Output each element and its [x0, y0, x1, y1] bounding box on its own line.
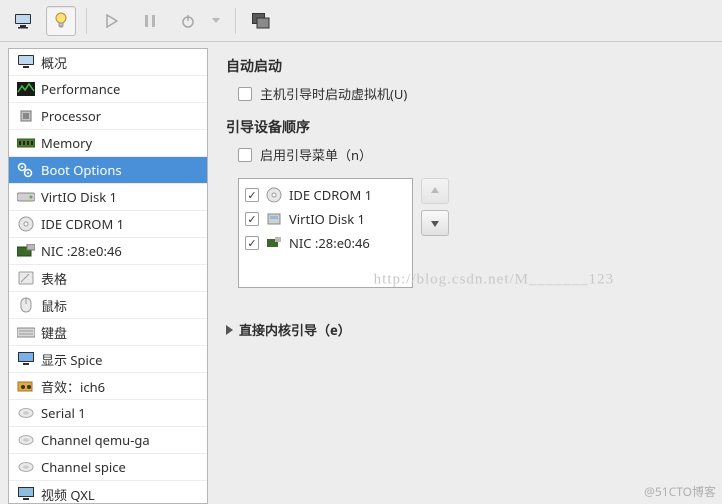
boot-device-checkbox[interactable]	[245, 188, 259, 202]
sidebar-item-label: 表格	[41, 269, 67, 288]
sidebar-item-label: Serial 1	[41, 404, 86, 422]
toolbar	[0, 0, 722, 42]
fullscreen-button[interactable]	[246, 6, 276, 36]
expand-triangle-icon	[226, 325, 233, 335]
sidebar[interactable]: 概况 Performance Processor Memory Boot Options…	[8, 48, 208, 504]
power-dropdown-button[interactable]	[207, 6, 225, 36]
boot-device-label: NIC :28:e0:46	[289, 234, 370, 252]
display-icon	[17, 350, 35, 368]
bootmenu-label: 启用引导菜单（n）	[260, 145, 372, 164]
sidebar-item-processor[interactable]: Processor	[9, 103, 207, 130]
boot-device-item[interactable]: VirtIO Disk 1	[241, 207, 410, 231]
sidebar-item-channel-qemu-ga[interactable]: Channel qemu-ga	[9, 427, 207, 454]
perf-icon	[17, 80, 35, 98]
main-panel: 自动启动 主机引导时启动虚拟机(U) 引导设备顺序 启用引导菜单（n） IDE …	[208, 42, 722, 504]
pause-button[interactable]	[135, 6, 165, 36]
video-icon	[17, 485, 35, 503]
sidebar-item-label: Processor	[41, 107, 101, 125]
tablet-icon	[17, 269, 35, 287]
sidebar-item-label: Channel spice	[41, 458, 126, 476]
autostart-row: 主机引导时启动虚拟机(U)	[238, 84, 704, 103]
run-button[interactable]	[97, 6, 127, 36]
sidebar-item-label: 视频 QXL	[41, 485, 95, 504]
sidebar-item--qxl[interactable]: 视频 QXL	[9, 481, 207, 504]
mem-icon	[17, 134, 35, 152]
boot-device-item[interactable]: IDE CDROM 1	[241, 183, 410, 207]
bootmenu-checkbox[interactable]	[238, 148, 252, 162]
sidebar-item-label: 鼠标	[41, 296, 67, 315]
power-button-group	[173, 6, 225, 36]
boot-panel: IDE CDROM 1 VirtIO Disk 1 NIC :28:e0:46	[238, 178, 704, 288]
boot-device-checkbox[interactable]	[245, 236, 259, 250]
serial-icon	[17, 404, 35, 422]
autostart-checkbox[interactable]	[238, 87, 252, 101]
sidebar-item-performance[interactable]: Performance	[9, 76, 207, 103]
monitor-icon	[17, 53, 35, 71]
sidebar-item-label: 显示 Spice	[41, 350, 102, 369]
boot-device-list[interactable]: IDE CDROM 1 VirtIO Disk 1 NIC :28:e0:46	[238, 178, 413, 288]
cdrom-icon	[17, 215, 35, 233]
boot-device-label: VirtIO Disk 1	[289, 210, 365, 228]
sidebar-item--[interactable]: 鼠标	[9, 292, 207, 319]
reorder-buttons	[421, 178, 449, 288]
channel-icon	[17, 431, 35, 449]
sidebar-item-nic-28-e0-46[interactable]: NIC :28:e0:46	[9, 238, 207, 265]
sidebar-item--ich6[interactable]: 音效：ich6	[9, 373, 207, 400]
sidebar-item-label: Performance	[41, 80, 120, 98]
move-up-button[interactable]	[421, 178, 449, 204]
boot-device-label: IDE CDROM 1	[289, 186, 372, 204]
sidebar-item-label: 概况	[41, 53, 67, 72]
move-down-button[interactable]	[421, 210, 449, 236]
cpu-icon	[17, 107, 35, 125]
sidebar-item-label: 键盘	[41, 323, 67, 342]
boot-icon	[17, 161, 35, 179]
nic-icon	[17, 242, 35, 260]
sidebar-item-label: Channel qemu-ga	[41, 431, 150, 449]
sidebar-item-ide-cdrom-1[interactable]: IDE CDROM 1	[9, 211, 207, 238]
sidebar-item-label: 音效：ich6	[41, 377, 105, 396]
sidebar-item-label: NIC :28:e0:46	[41, 242, 122, 260]
sidebar-item-label: Memory	[41, 134, 92, 152]
sidebar-item-channel-spice[interactable]: Channel spice	[9, 454, 207, 481]
mouse-icon	[17, 296, 35, 314]
sidebar-item-label: Boot Options	[41, 161, 122, 179]
disk-icon	[17, 188, 35, 206]
content: 概况 Performance Processor Memory Boot Options…	[0, 42, 722, 504]
kernel-section[interactable]: 直接内核引导（e）	[226, 320, 704, 339]
sidebar-item--[interactable]: 表格	[9, 265, 207, 292]
toolbar-separator	[86, 8, 87, 34]
console-monitor-button[interactable]	[8, 6, 38, 36]
boot-device-item[interactable]: NIC :28:e0:46	[241, 231, 410, 255]
sidebar-item-label: IDE CDROM 1	[41, 215, 124, 233]
sidebar-item-memory[interactable]: Memory	[9, 130, 207, 157]
boot-device-checkbox[interactable]	[245, 212, 259, 226]
disk-small-icon	[265, 210, 283, 228]
power-button[interactable]	[173, 6, 203, 36]
cdrom-icon	[265, 186, 283, 204]
bootmenu-row: 启用引导菜单（n）	[238, 145, 704, 164]
autostart-title: 自动启动	[226, 56, 704, 76]
channel-icon	[17, 458, 35, 476]
sidebar-item-serial-1[interactable]: Serial 1	[9, 400, 207, 427]
details-bulb-button[interactable]	[46, 6, 76, 36]
sidebar-item--[interactable]: 键盘	[9, 319, 207, 346]
sidebar-item--[interactable]: 概况	[9, 49, 207, 76]
autostart-label: 主机引导时启动虚拟机(U)	[260, 84, 407, 103]
toolbar-separator	[235, 8, 236, 34]
sidebar-item-boot-options[interactable]: Boot Options	[9, 157, 207, 184]
bootorder-title: 引导设备顺序	[226, 117, 704, 137]
sidebar-item-label: VirtIO Disk 1	[41, 188, 117, 206]
nic-small-icon	[265, 234, 283, 252]
keyboard-icon	[17, 323, 35, 341]
chevron-down-icon	[212, 18, 220, 23]
sidebar-item--spice[interactable]: 显示 Spice	[9, 346, 207, 373]
sidebar-item-virtio-disk-1[interactable]: VirtIO Disk 1	[9, 184, 207, 211]
kernel-title: 直接内核引导（e）	[239, 320, 351, 339]
sound-icon	[17, 377, 35, 395]
